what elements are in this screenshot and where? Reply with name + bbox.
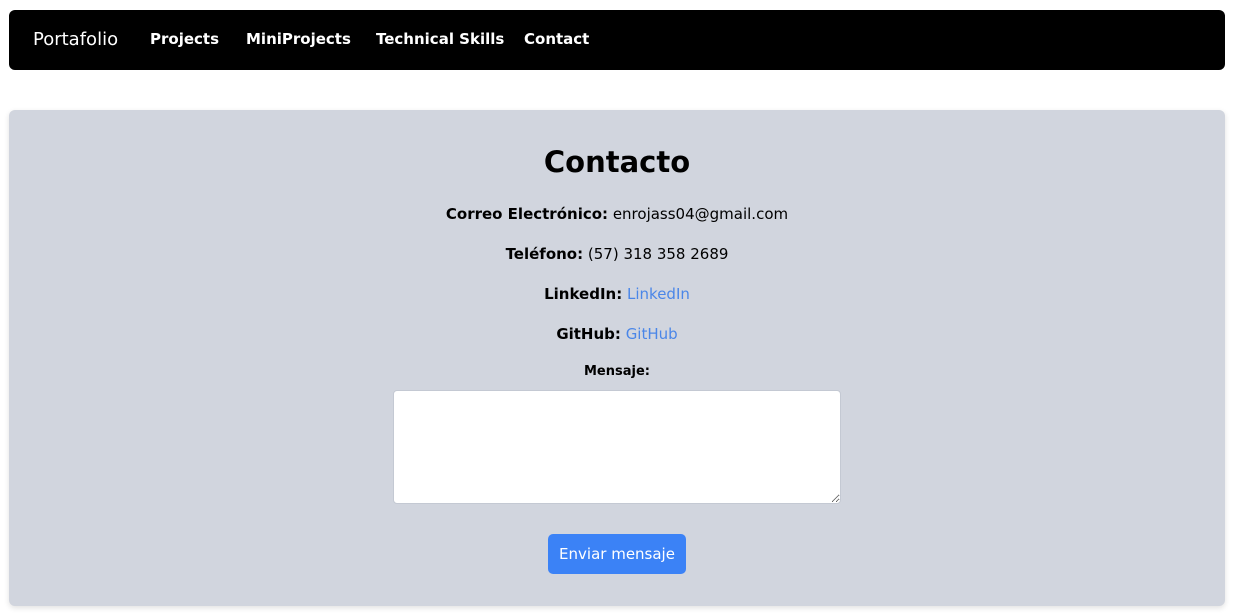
phone-value: (57) 318 358 2689 bbox=[587, 245, 729, 263]
message-label: Mensaje: bbox=[584, 364, 650, 379]
brand-link[interactable]: Portafolio bbox=[33, 29, 118, 51]
phone-row: Teléfono: (57) 318 358 2689 bbox=[9, 244, 1225, 264]
top-navbar: Portafolio Projects MiniProjects Technic… bbox=[9, 10, 1225, 70]
send-message-button[interactable]: Enviar mensaje bbox=[548, 534, 686, 574]
github-label: GitHub: bbox=[556, 325, 621, 343]
nav-link-miniprojects[interactable]: MiniProjects bbox=[246, 29, 351, 49]
nav-link-technical-skills[interactable]: Technical Skills bbox=[376, 29, 504, 49]
email-label: Correo Electrónico: bbox=[445, 205, 609, 223]
message-textarea[interactable] bbox=[393, 390, 841, 504]
linkedin-link[interactable]: LinkedIn bbox=[627, 285, 690, 303]
nav-link-contact[interactable]: Contact bbox=[524, 29, 589, 49]
contact-card: Contacto Correo Electrónico: enrojass04@… bbox=[9, 110, 1225, 606]
nav-link-projects[interactable]: Projects bbox=[150, 29, 219, 49]
phone-label: Teléfono: bbox=[505, 245, 584, 263]
github-link[interactable]: GitHub bbox=[626, 325, 678, 343]
github-row: GitHub: GitHub bbox=[9, 324, 1225, 344]
linkedin-row: LinkedIn: LinkedIn bbox=[9, 284, 1225, 304]
page-title: Contacto bbox=[543, 145, 691, 179]
email-row: Correo Electrónico: enrojass04@gmail.com bbox=[9, 204, 1225, 224]
linkedin-label: LinkedIn: bbox=[544, 285, 623, 303]
email-value: enrojass04@gmail.com bbox=[612, 205, 789, 223]
